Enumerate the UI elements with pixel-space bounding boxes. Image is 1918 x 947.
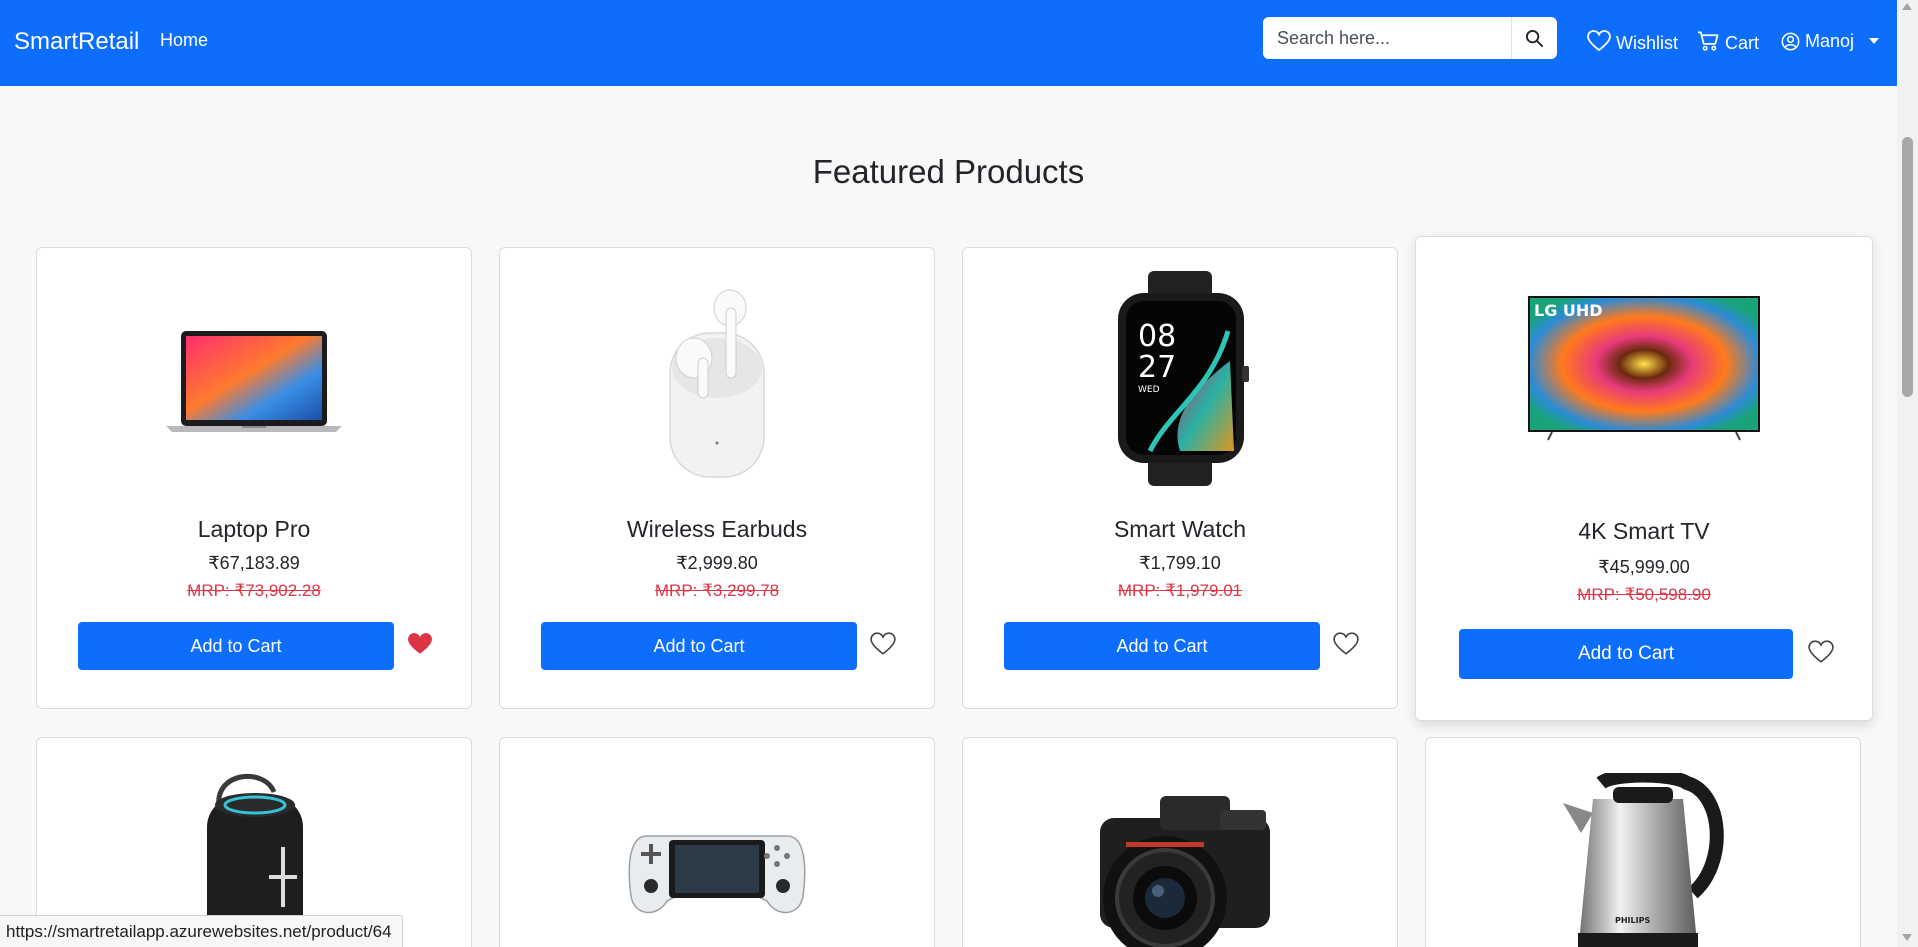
product-mrp: MRP: ₹50,598.90: [1577, 585, 1711, 604]
chevron-down-icon: [1869, 38, 1880, 44]
heart-outline-icon[interactable]: [1333, 632, 1359, 656]
earbuds-image: [669, 289, 765, 478]
product-image[interactable]: [963, 788, 1397, 947]
product-image[interactable]: LG UHD: [1416, 262, 1872, 472]
add-to-cart-button[interactable]: Add to Cart: [78, 622, 394, 670]
product-name[interactable]: 4K Smart TV: [1416, 518, 1872, 545]
product-card: Laptop Pro ₹67,183.89 MRP: ₹73,902.28 Ad…: [36, 247, 472, 709]
product-name[interactable]: Laptop Pro: [37, 516, 471, 543]
product-card: [962, 737, 1398, 947]
watch-day: WED: [1138, 385, 1160, 395]
page-title: Featured Products: [812, 153, 1085, 190]
nav-home-link[interactable]: Home: [160, 30, 208, 51]
browser-status-url: https://smartretailapp.azurewebsites.net…: [0, 915, 403, 947]
scroll-up-arrow-icon[interactable]: [1902, 3, 1912, 10]
product-name[interactable]: Wireless Earbuds: [500, 516, 934, 543]
scroll-down-arrow-icon[interactable]: [1902, 934, 1912, 941]
camera-image: [1100, 796, 1270, 947]
product-image[interactable]: [500, 826, 934, 926]
product-mrp: MRP: ₹3,299.78: [654, 581, 780, 600]
smartwatch-image: 08 27 WED: [1118, 270, 1249, 486]
heart-outline-icon[interactable]: [1808, 640, 1834, 664]
user-menu-toggle[interactable]: Manoj: [1781, 26, 1880, 56]
cart-link[interactable]: Cart: [1697, 26, 1759, 56]
page-scrollbar[interactable]: [1897, 0, 1918, 947]
product-price: ₹45,999.00: [1598, 557, 1690, 577]
heart-icon: [1587, 30, 1611, 52]
brand-logo[interactable]: SmartRetail: [14, 28, 139, 56]
user-name: Manoj: [1805, 30, 1855, 51]
search-input[interactable]: [1263, 17, 1511, 59]
product-price: ₹1,799.10: [1139, 553, 1221, 573]
product-image[interactable]: [37, 273, 471, 483]
product-mrp: MRP: ₹73,902.28: [187, 581, 321, 600]
search-icon: [1525, 29, 1544, 47]
wishlist-link[interactable]: Wishlist: [1587, 26, 1678, 56]
wishlist-label: Wishlist: [1616, 32, 1678, 53]
kettle-image: PHILIPS: [1563, 773, 1724, 947]
product-card: 08 27 WED Smart Watch ₹1,799.10 MRP: ₹1,…: [962, 247, 1398, 709]
product-image[interactable]: [500, 273, 934, 483]
scrollbar-thumb[interactable]: [1902, 137, 1913, 397]
search-bar: [1263, 17, 1557, 59]
add-to-cart-button[interactable]: Add to Cart: [1004, 622, 1320, 670]
product-price: ₹67,183.89: [208, 553, 300, 573]
product-card: PHILIPS: [1425, 737, 1861, 947]
add-to-cart-button[interactable]: Add to Cart: [1459, 629, 1793, 679]
heart-filled-icon[interactable]: [407, 632, 433, 656]
watch-minute: 27: [1138, 350, 1176, 385]
laptop-image: [166, 331, 342, 432]
product-price: ₹2,999.80: [676, 553, 758, 573]
cart-label: Cart: [1725, 32, 1760, 53]
product-name[interactable]: Smart Watch: [963, 516, 1397, 543]
kettle-brand: PHILIPS: [1615, 916, 1650, 925]
cart-icon: [1697, 31, 1719, 51]
heart-outline-icon[interactable]: [870, 632, 896, 656]
tv-brand: LG UHD: [1534, 301, 1603, 320]
product-image[interactable]: 08 27 WED: [963, 270, 1397, 486]
user-circle-icon: [1781, 32, 1800, 50]
product-card: Wireless Earbuds ₹2,999.80 MRP: ₹3,299.7…: [499, 247, 935, 709]
tv-image: LG UHD: [1528, 296, 1760, 441]
product-image[interactable]: PHILIPS: [1426, 773, 1860, 947]
product-mrp: MRP: ₹1,979.01: [1117, 581, 1243, 600]
game-console-image: [628, 835, 806, 914]
product-card: [499, 737, 935, 947]
search-button[interactable]: [1511, 17, 1557, 59]
top-navbar: SmartRetail Home Wishlist Cart Manoj: [0, 0, 1897, 86]
watch-hour: 08: [1138, 319, 1176, 354]
product-card: LG UHD 4K Smart TV ₹45,999.00 MRP: ₹50,5…: [1415, 236, 1873, 721]
add-to-cart-button[interactable]: Add to Cart: [541, 622, 857, 670]
